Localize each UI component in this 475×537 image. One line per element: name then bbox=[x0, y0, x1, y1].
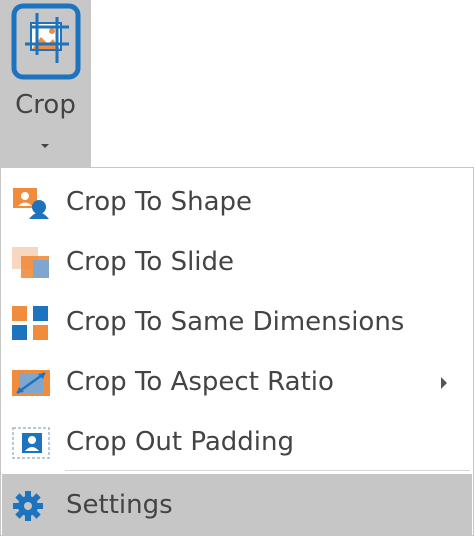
menu-item-label: Crop Out Padding bbox=[66, 427, 295, 457]
crop-ribbon-button[interactable]: Crop bbox=[0, 0, 91, 168]
crop-to-shape-icon bbox=[13, 188, 49, 219]
crop-menu-screen: Crop Crop To Shape Crop To Slide Crop To… bbox=[0, 0, 475, 537]
chevron-down-icon[interactable] bbox=[41, 144, 49, 148]
crop-out-padding-icon bbox=[12, 427, 50, 459]
menu-item-settings[interactable]: Settings bbox=[2, 474, 472, 536]
gear-icon bbox=[13, 491, 43, 521]
menu-item-crop-to-same-dimensions[interactable]: Crop To Same Dimensions bbox=[2, 292, 472, 352]
crop-dropdown-menu: Crop To Shape Crop To Slide Crop To Same… bbox=[0, 167, 474, 536]
menu-item-crop-out-padding[interactable]: Crop Out Padding bbox=[2, 412, 472, 472]
crop-to-aspect-ratio-icon bbox=[12, 370, 50, 396]
menu-item-label: Settings bbox=[66, 490, 173, 520]
menu-item-label: Crop To Slide bbox=[66, 247, 235, 277]
crop-to-same-dimensions-icon bbox=[12, 306, 48, 340]
menu-item-crop-to-slide[interactable]: Crop To Slide bbox=[2, 232, 472, 292]
chevron-right-icon bbox=[441, 377, 447, 389]
crop-icon bbox=[11, 3, 81, 80]
menu-item-label: Crop To Aspect Ratio bbox=[66, 367, 334, 397]
crop-to-slide-icon bbox=[12, 247, 49, 278]
crop-button-label: Crop bbox=[15, 90, 76, 120]
menu-item-crop-to-aspect-ratio[interactable]: Crop To Aspect Ratio bbox=[2, 352, 472, 412]
menu-separator bbox=[65, 470, 470, 471]
menu-item-crop-to-shape[interactable]: Crop To Shape bbox=[2, 172, 472, 232]
menu-item-label: Crop To Same Dimensions bbox=[66, 307, 405, 337]
menu-item-label: Crop To Shape bbox=[66, 187, 252, 217]
